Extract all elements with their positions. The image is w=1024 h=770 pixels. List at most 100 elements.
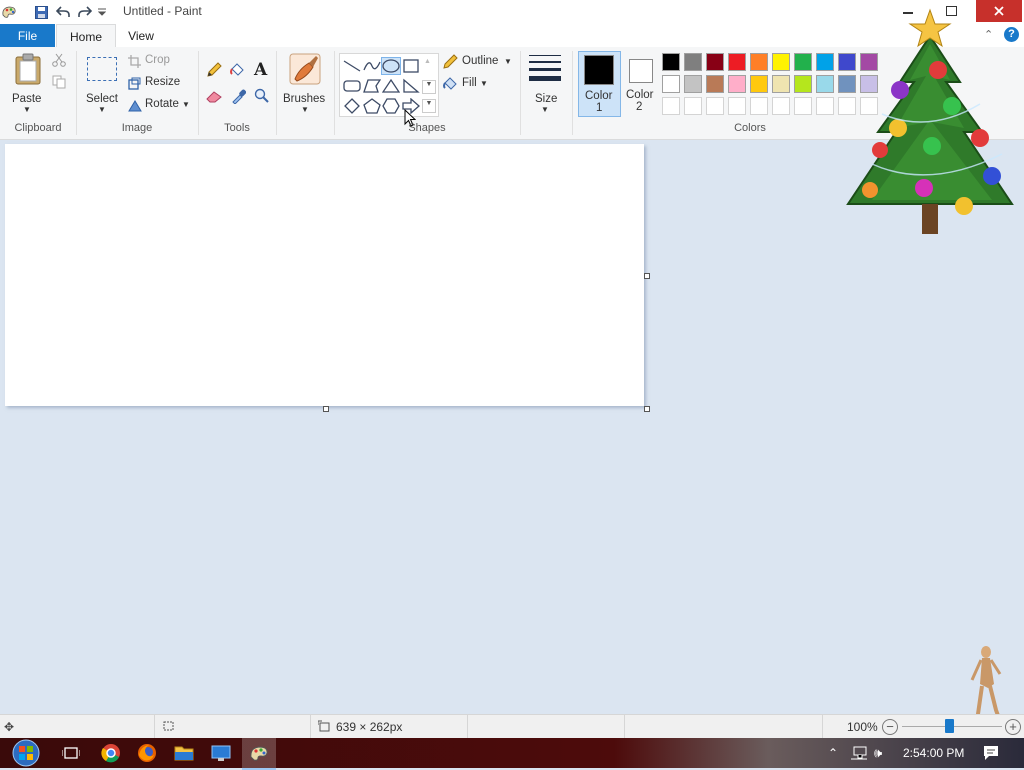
- network-icon[interactable]: [850, 746, 868, 763]
- show-hidden-icons-icon[interactable]: ⌃: [828, 746, 838, 760]
- color1-button[interactable]: Color 1: [578, 51, 621, 117]
- line-size-icon: [529, 55, 561, 81]
- select-button[interactable]: Select ▼: [82, 51, 122, 115]
- palette-color-swatch[interactable]: [662, 75, 680, 93]
- brushes-button[interactable]: Brushes ▼: [282, 51, 330, 115]
- chevron-down-icon: ▼: [23, 105, 31, 114]
- undo-icon[interactable]: [54, 3, 72, 21]
- tab-home[interactable]: Home: [56, 24, 116, 49]
- oval-shape-icon[interactable]: [381, 57, 401, 75]
- triangle-shape-icon[interactable]: [382, 78, 400, 94]
- file-explorer-icon[interactable]: [171, 741, 197, 765]
- paste-button[interactable]: Paste ▼: [8, 51, 48, 115]
- canvas-resize-handle-right[interactable]: [644, 273, 650, 279]
- palette-custom-slot[interactable]: [662, 97, 680, 115]
- cut-icon[interactable]: [52, 53, 66, 70]
- fill-bucket-icon[interactable]: [229, 62, 246, 81]
- redo-icon[interactable]: [76, 3, 94, 21]
- cursor-position-icon: ✥: [4, 720, 15, 734]
- outline-label: Outline: [462, 55, 499, 67]
- chevron-down-icon: ▼: [541, 105, 549, 114]
- color2-label: Color: [626, 89, 654, 101]
- text-tool-icon[interactable]: A: [254, 60, 267, 80]
- diamond-shape-icon[interactable]: [343, 98, 361, 114]
- tools-group-label: Tools: [224, 122, 250, 134]
- color1-swatch: [584, 55, 614, 85]
- display-app-icon[interactable]: [208, 741, 234, 765]
- shapes-scroll-down-icon[interactable]: ▼: [422, 80, 436, 94]
- volume-icon[interactable]: 🕪: [874, 745, 882, 761]
- tab-file[interactable]: File: [0, 24, 55, 47]
- color1-label: Color: [585, 90, 613, 102]
- size-button[interactable]: Size ▼: [526, 51, 564, 115]
- divider: [467, 715, 468, 739]
- palette-custom-slot[interactable]: [794, 97, 812, 115]
- magnifier-icon[interactable]: [254, 88, 269, 107]
- palette-color-swatch[interactable]: [662, 53, 680, 71]
- line-shape-icon[interactable]: [343, 58, 361, 74]
- zoom-slider-thumb[interactable]: [945, 719, 954, 733]
- image-group-label: Image: [121, 122, 153, 134]
- firefox-icon[interactable]: [134, 741, 160, 765]
- brush-icon: [289, 53, 321, 85]
- palette-color-swatch[interactable]: [772, 53, 790, 71]
- palette-custom-slot[interactable]: [684, 97, 702, 115]
- palette-color-swatch[interactable]: [684, 75, 702, 93]
- palette-color-swatch[interactable]: [750, 75, 768, 93]
- pentagon-shape-icon[interactable]: [363, 98, 381, 114]
- paint-app-icon[interactable]: [0, 3, 18, 21]
- color2-button[interactable]: Color 2: [622, 51, 658, 115]
- palette-color-swatch[interactable]: [706, 53, 724, 71]
- palette-color-swatch[interactable]: [706, 75, 724, 93]
- pencil-icon[interactable]: [206, 62, 222, 81]
- shapes-scroll-up-icon[interactable]: ▲: [424, 58, 431, 65]
- palette-color-swatch[interactable]: [728, 53, 746, 71]
- canvas-resize-handle-bottom[interactable]: [323, 406, 329, 412]
- copy-icon[interactable]: [52, 75, 66, 92]
- palette-color-swatch[interactable]: [794, 75, 812, 93]
- palette-custom-slot[interactable]: [816, 97, 834, 115]
- task-view-icon[interactable]: [58, 741, 84, 765]
- palette-color-swatch[interactable]: [750, 53, 768, 71]
- rounded-rectangle-shape-icon[interactable]: [343, 78, 361, 94]
- palette-custom-slot[interactable]: [750, 97, 768, 115]
- palette-custom-slot[interactable]: [772, 97, 790, 115]
- palette-color-swatch[interactable]: [728, 75, 746, 93]
- clock-time[interactable]: 2:54:00 PM: [903, 746, 964, 760]
- curve-shape-icon[interactable]: [363, 58, 381, 74]
- palette-color-swatch[interactable]: [772, 75, 790, 93]
- paint-taskbar-icon[interactable]: [242, 738, 276, 770]
- palette-custom-slot[interactable]: [706, 97, 724, 115]
- clipboard-icon: [15, 53, 41, 85]
- color-picker-icon[interactable]: [231, 88, 247, 107]
- canvas-size-icon: [317, 720, 331, 735]
- hexagon-shape-icon[interactable]: [382, 98, 400, 114]
- polygon-shape-icon[interactable]: [363, 78, 381, 94]
- start-button[interactable]: [8, 739, 44, 767]
- save-icon[interactable]: [32, 3, 50, 21]
- divider: [520, 51, 521, 135]
- shapes-expand-icon[interactable]: ▼: [422, 99, 436, 113]
- palette-custom-slot[interactable]: [728, 97, 746, 115]
- customize-quick-access-icon[interactable]: [96, 3, 108, 21]
- right-triangle-shape-icon[interactable]: [402, 78, 420, 94]
- palette-color-swatch[interactable]: [816, 53, 834, 71]
- chevron-down-icon: ▼: [301, 105, 309, 114]
- divider: [310, 715, 311, 739]
- divider: [154, 715, 155, 739]
- notifications-icon[interactable]: [983, 745, 999, 764]
- palette-color-swatch[interactable]: [816, 75, 834, 93]
- canvas-resize-handle-corner[interactable]: [644, 406, 650, 412]
- drawing-canvas[interactable]: [5, 144, 644, 406]
- zoom-in-icon[interactable]: +: [1005, 719, 1021, 735]
- resize-icon: [128, 77, 141, 90]
- color2-swatch: [629, 59, 653, 83]
- tab-view[interactable]: View: [116, 24, 166, 47]
- palette-color-swatch[interactable]: [794, 53, 812, 71]
- palette-color-swatch[interactable]: [684, 53, 702, 71]
- zoom-out-icon[interactable]: −: [882, 719, 898, 735]
- rectangle-shape-icon[interactable]: [402, 58, 420, 74]
- status-bar: ✥ 639 × 262px 100% − +: [0, 714, 1024, 739]
- chrome-icon[interactable]: [98, 741, 124, 765]
- eraser-icon[interactable]: [206, 89, 223, 106]
